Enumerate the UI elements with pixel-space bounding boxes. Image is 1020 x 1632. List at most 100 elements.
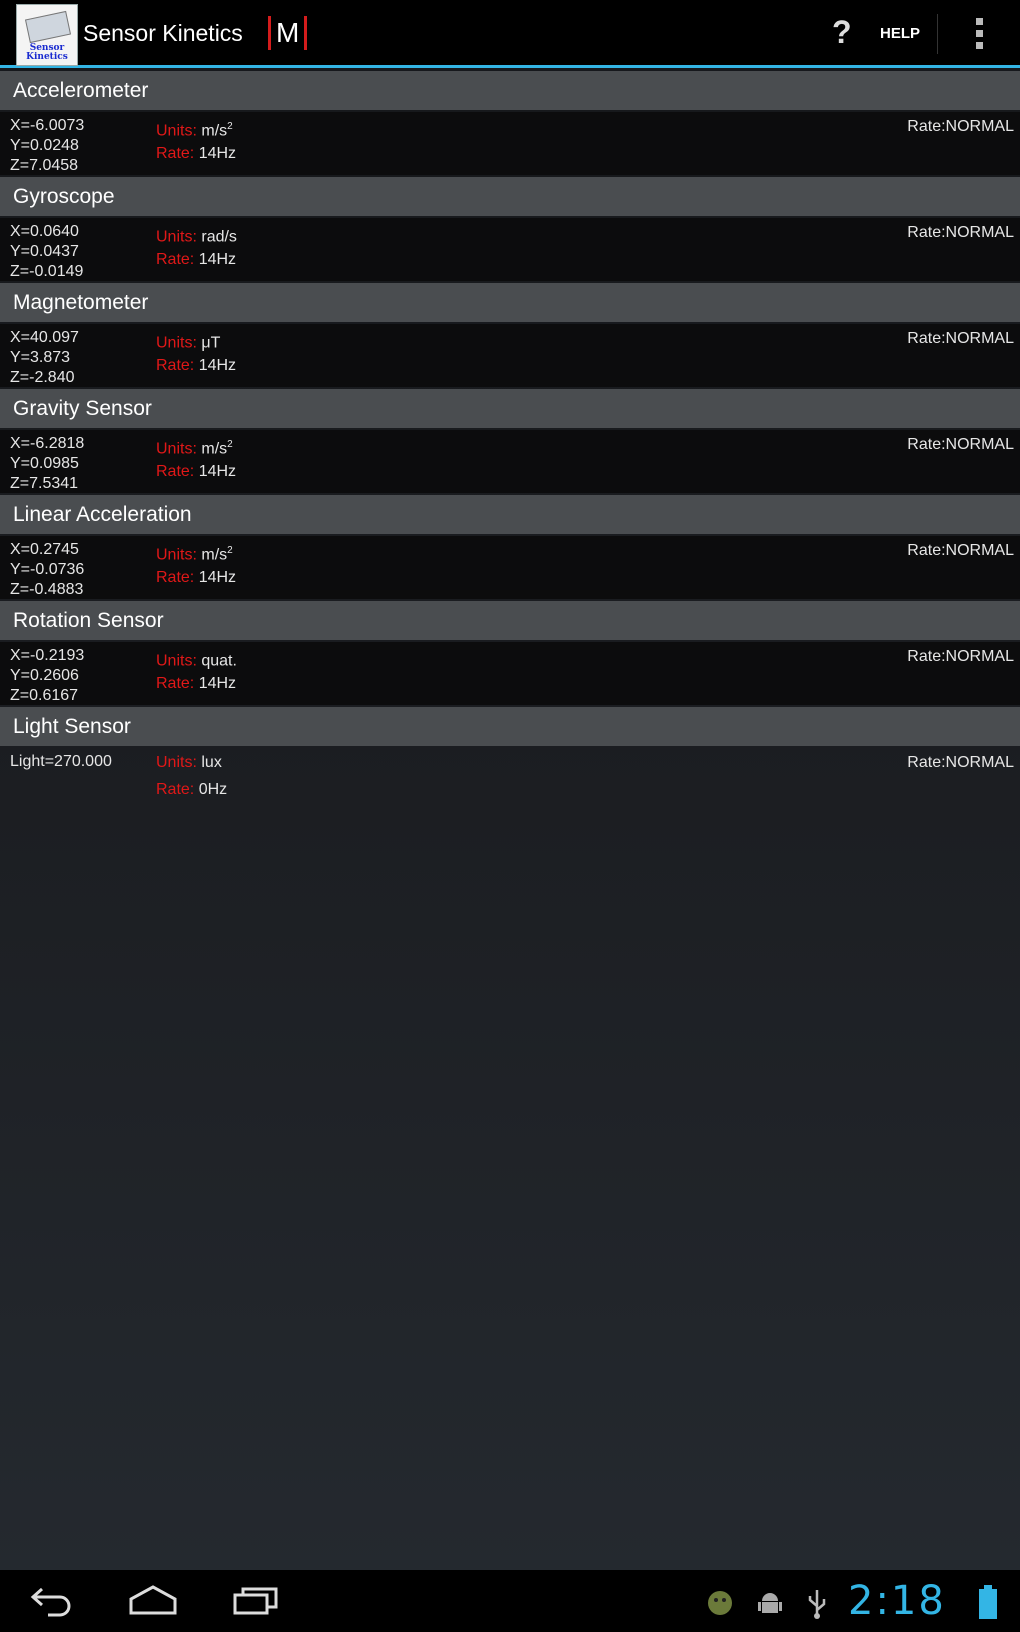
rate-hz-value: 14Hz	[198, 463, 237, 480]
sensor-section-linear-acceleration[interactable]: Linear Acceleration X=0.2745 Y=-0.0736 Z…	[0, 495, 1020, 599]
sensor-values: X=0.0640 Y=0.0437 Z=-0.0149	[10, 222, 83, 282]
rate-line: Rate: 14Hz	[156, 250, 236, 270]
sensor-readings: X=0.0640 Y=0.0437 Z=-0.0149 Units: rad/s…	[0, 218, 1020, 281]
rate-label: Rate:	[156, 357, 195, 374]
value-x: X=-6.0073	[10, 117, 85, 134]
rate-hz-value: 14Hz	[198, 145, 237, 162]
sensor-readings: X=-6.0073 Y=0.0248 Z=7.0458 Units: m/s2 …	[0, 112, 1020, 175]
value-z: Z=0.6167	[10, 687, 79, 704]
sensor-readings: X=-0.2193 Y=0.2606 Z=0.6167 Units: quat.…	[0, 642, 1020, 705]
sensor-section-gyroscope[interactable]: Gyroscope X=0.0640 Y=0.0437 Z=-0.0149 Un…	[0, 177, 1020, 281]
rate-mode[interactable]: Rate:NORMAL	[907, 541, 1014, 561]
sensor-section-accelerometer[interactable]: Accelerometer X=-6.0073 Y=0.0248 Z=7.045…	[0, 71, 1020, 175]
units-label: Units:	[156, 652, 197, 670]
status-clock: 2:18	[848, 1578, 946, 1624]
units-value: m/s	[201, 440, 228, 458]
units-exponent: 2	[227, 121, 233, 132]
sensor-values: X=-6.2818 Y=0.0985 Z=7.5341	[10, 434, 84, 494]
rate-label: Rate:	[156, 569, 195, 586]
rate-label: Rate:	[156, 251, 195, 268]
value-x: X=40.097	[10, 329, 79, 346]
rate-hz-value: 0Hz	[198, 781, 228, 798]
sensor-header[interactable]: Linear Acceleration	[0, 495, 1020, 534]
units-line: Units: μT	[156, 329, 220, 353]
overflow-menu-icon[interactable]	[968, 18, 990, 52]
android-icon	[758, 1593, 782, 1613]
rate-mode[interactable]: Rate:NORMAL	[907, 753, 1014, 773]
units-line: Units: quat.	[156, 647, 237, 671]
recents-icon[interactable]	[232, 1583, 280, 1617]
help-button[interactable]: HELP	[880, 25, 920, 42]
system-nav-bar: 2:18	[0, 1570, 1020, 1632]
value-x: X=-6.2818	[10, 435, 85, 452]
rate-line: Rate: 14Hz	[156, 674, 236, 694]
action-bar-divider	[937, 14, 938, 54]
value-z: Z=7.5341	[10, 475, 79, 492]
sensor-readings: X=-6.2818 Y=0.0985 Z=7.5341 Units: m/s2 …	[0, 430, 1020, 493]
device-graphic	[24, 10, 72, 44]
sensor-section-magnetometer[interactable]: Magnetometer X=40.097 Y=3.873 Z=-2.840 U…	[0, 283, 1020, 387]
value-y: Y=3.873	[10, 349, 71, 366]
units-line: Units: m/s2	[156, 541, 233, 565]
sensor-section-light[interactable]: Light Sensor Light=270.000 Units: lux Ra…	[0, 707, 1020, 811]
home-icon[interactable]	[128, 1583, 178, 1617]
rate-hz-value: 14Hz	[198, 569, 237, 586]
units-value: μT	[201, 334, 221, 352]
rate-line: Rate: 14Hz	[156, 356, 236, 376]
rate-line: Rate: 14Hz	[156, 462, 236, 482]
app-logo-icon[interactable]: Sensor Kinetics	[16, 4, 78, 66]
rate-mode[interactable]: Rate:NORMAL	[907, 117, 1014, 137]
value-y: Y=0.0437	[10, 243, 79, 260]
sensor-list: Accelerometer X=-6.0073 Y=0.0248 Z=7.045…	[0, 71, 1020, 813]
sensor-header[interactable]: Light Sensor	[0, 707, 1020, 746]
sensor-header[interactable]: Gravity Sensor	[0, 389, 1020, 428]
rate-mode[interactable]: Rate:NORMAL	[907, 329, 1014, 349]
sensor-header[interactable]: Gyroscope	[0, 177, 1020, 216]
units-label: Units:	[156, 440, 197, 458]
rate-line: Rate: 14Hz	[156, 144, 236, 164]
sensor-header[interactable]: Rotation Sensor	[0, 601, 1020, 640]
rate-mode[interactable]: Rate:NORMAL	[907, 435, 1014, 455]
m-badge-button[interactable]: M	[268, 16, 308, 50]
units-value: quat.	[201, 652, 237, 670]
value-z: Z=7.0458	[10, 157, 79, 174]
sensor-section-rotation[interactable]: Rotation Sensor X=-0.2193 Y=0.2606 Z=0.6…	[0, 601, 1020, 705]
sensor-values: X=-0.2193 Y=0.2606 Z=0.6167	[10, 646, 84, 706]
units-label: Units:	[156, 754, 197, 771]
rate-hz-value: 14Hz	[198, 675, 237, 692]
sensor-header[interactable]: Accelerometer	[0, 71, 1020, 110]
back-icon[interactable]	[28, 1583, 74, 1617]
units-line: Units: m/s2	[156, 117, 233, 141]
value-y: Y=-0.0736	[10, 561, 85, 578]
sensor-header[interactable]: Magnetometer	[0, 283, 1020, 322]
units-value: m/s	[201, 122, 228, 140]
sensor-readings: Light=270.000 Units: lux Rate: 0Hz Rate:…	[0, 748, 1020, 811]
rate-hz-value: 14Hz	[198, 357, 237, 374]
help-question-icon[interactable]: ?	[832, 14, 852, 51]
value-x: X=-0.2193	[10, 647, 85, 664]
value-z: Z=-0.0149	[10, 263, 84, 280]
rate-label: Rate:	[156, 675, 195, 692]
action-bar: Sensor Kinetics Sensor Kinetics M ? HELP	[0, 0, 1020, 68]
debug-android-icon	[708, 1591, 732, 1615]
usb-icon	[808, 1590, 826, 1619]
rate-mode[interactable]: Rate:NORMAL	[907, 223, 1014, 243]
units-label: Units:	[156, 334, 197, 352]
rate-line: Rate: 14Hz	[156, 568, 236, 588]
value-y: Y=0.2606	[10, 667, 79, 684]
value-light: Light=270.000	[10, 753, 112, 770]
rate-label: Rate:	[156, 781, 195, 798]
app-icon-caption: Sensor Kinetics	[26, 43, 68, 62]
sensor-readings: X=0.2745 Y=-0.0736 Z=-0.4883 Units: m/s2…	[0, 536, 1020, 599]
sensor-section-gravity[interactable]: Gravity Sensor X=-6.2818 Y=0.0985 Z=7.53…	[0, 389, 1020, 493]
rate-mode[interactable]: Rate:NORMAL	[907, 647, 1014, 667]
value-z: Z=-0.4883	[10, 581, 84, 598]
value-y: Y=0.0985	[10, 455, 79, 472]
sensor-readings: X=40.097 Y=3.873 Z=-2.840 Units: μT Rate…	[0, 324, 1020, 387]
units-label: Units:	[156, 546, 197, 564]
app-title: Sensor Kinetics	[83, 20, 243, 46]
units-label: Units:	[156, 122, 197, 140]
value-z: Z=-2.840	[10, 369, 75, 386]
units-line: Units: rad/s	[156, 223, 237, 247]
rate-label: Rate:	[156, 145, 195, 162]
